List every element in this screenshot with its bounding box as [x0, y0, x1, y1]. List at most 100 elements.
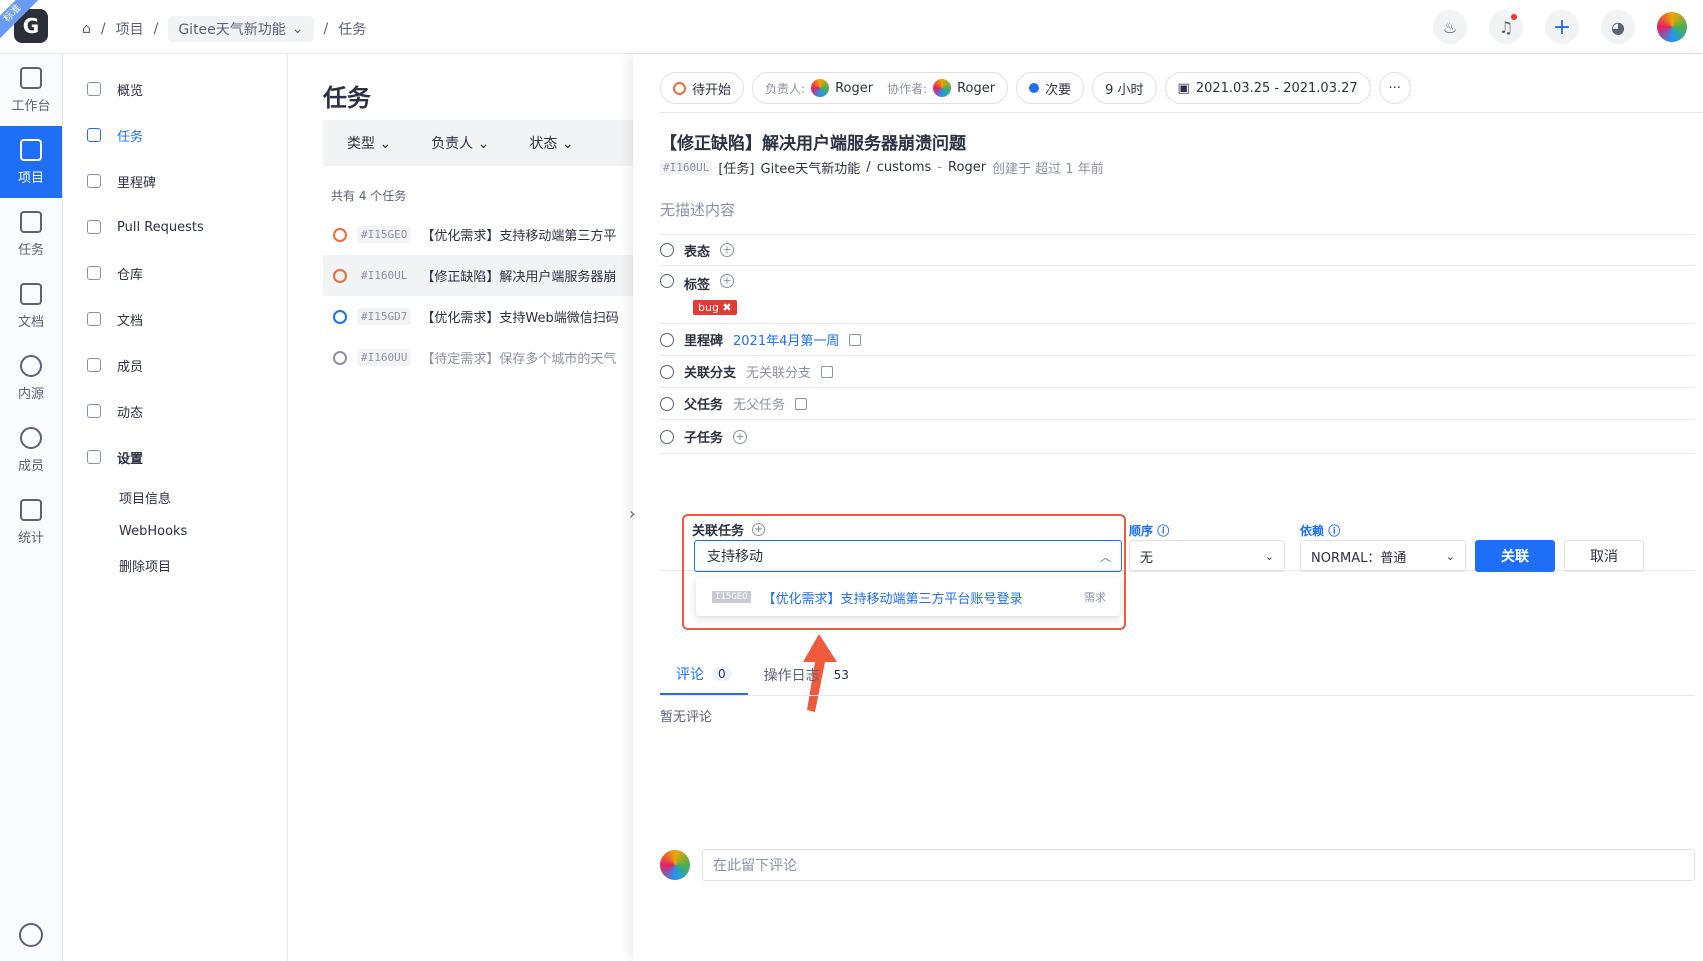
no-comment-text: 暂无评论 — [660, 710, 713, 725]
order-select[interactable]: 无 ⌄ — [1129, 540, 1285, 572]
chevron-up-icon: ︿ — [1100, 551, 1111, 564]
sidebar-item-workbench[interactable]: 工作台 — [0, 54, 62, 126]
filter-status[interactable]: 状态 ⌄ — [529, 133, 573, 153]
grid-icon — [20, 66, 42, 89]
dependency-label: 依赖 ⓘ — [1300, 524, 1341, 538]
nav-project-info[interactable]: 项目信息 — [63, 480, 287, 514]
chevron-down-icon: ⌄ — [1445, 549, 1455, 563]
doc-icon — [20, 282, 42, 305]
tab-comments[interactable]: 评论 0 — [660, 654, 748, 695]
dependency-select[interactable]: NORMAL：普通 ⌄ — [1300, 540, 1466, 572]
task-row[interactable]: #I160UL 【修正缺陷】解决用户端服务器崩 — [323, 255, 633, 296]
user-icon — [87, 358, 101, 372]
avatar — [933, 79, 952, 97]
date-range-pill[interactable]: ▣ 2021.03.25 - 2021.03.27 — [1164, 72, 1371, 104]
add-icon[interactable]: + — [720, 243, 735, 257]
priority-dot-icon — [1029, 83, 1040, 93]
suggestion-item[interactable]: I15GEO 【优化需求】支持移动端第三方平台账号登录 需求 — [696, 578, 1120, 616]
breadcrumb-project-select[interactable]: Gitee天气新功能 ⌄ — [168, 16, 314, 42]
filter-type[interactable]: 类型 ⌄ — [347, 133, 391, 153]
sidebar-item-stats[interactable]: 统计 — [0, 486, 62, 558]
subtask-icon — [660, 429, 674, 444]
main-sidebar: 工作台 项目 任务 文档 内源 成员 统计 — [0, 54, 63, 961]
field-milestone: 里程碑 2021年4月第一周 — [660, 324, 1695, 356]
repo-link[interactable]: customs — [877, 160, 932, 175]
more-button[interactable]: ··· — [1378, 72, 1411, 104]
sidebar-item-tasks[interactable]: 任务 — [0, 198, 62, 270]
calendar-icon: ▣ — [1177, 80, 1190, 96]
add-icon[interactable]: + — [752, 523, 766, 536]
tab-logs[interactable]: 操作日志 53 — [748, 654, 871, 695]
field-tags: 标签 + — [660, 266, 1695, 324]
field-parent: 父任务 无父任务 — [660, 388, 1695, 420]
book-icon — [87, 312, 101, 326]
collapse-chevron-icon[interactable]: › — [629, 504, 635, 523]
relate-button[interactable]: 关联 — [1475, 540, 1555, 572]
user-avatar[interactable] — [1657, 12, 1687, 42]
parent-icon — [660, 396, 674, 411]
project-link[interactable]: Gitee天气新功能 — [761, 158, 861, 177]
edit-icon[interactable] — [849, 333, 862, 346]
nav-repos[interactable]: 仓库 — [63, 250, 287, 296]
add-icon[interactable]: + — [733, 429, 748, 444]
field-branch: 关联分支 无关联分支 — [660, 356, 1695, 388]
task-meta: #I160UL [任务] Gitee天气新功能 / customs - Roger 创… — [660, 158, 1104, 177]
status-pill[interactable]: 待开始 — [660, 72, 745, 104]
chart-icon — [20, 498, 42, 521]
nav-overview[interactable]: 概览 — [63, 66, 287, 112]
filter-bar: 类型 ⌄ 负责人 ⌄ 状态 ⌄ — [323, 120, 633, 166]
people-pill[interactable]: 负责人: Roger 协作者: Roger — [752, 72, 1009, 104]
task-description[interactable]: 无描述内容 — [660, 199, 735, 220]
tag-bug[interactable]: bug ✖ — [693, 300, 737, 315]
code-icon — [87, 266, 101, 280]
status-pending-icon — [333, 268, 347, 283]
pull-request-icon — [87, 220, 101, 234]
task-list-panel: 任务 类型 ⌄ 负责人 ⌄ 状态 ⌄ 共有 4 个任务 #I15GEO 【优化需求… — [288, 54, 633, 961]
bell-icon[interactable]: ♫ — [1489, 10, 1523, 44]
estimate-pill[interactable]: 9 小时 — [1092, 72, 1157, 104]
plus-icon[interactable]: + — [1545, 10, 1579, 44]
smile-icon — [660, 243, 674, 257]
task-row[interactable]: #I15GD7 【优化需求】支持Web端微信扫码 — [323, 296, 633, 337]
palette-icon[interactable]: ◕ — [1601, 10, 1635, 44]
related-task-label: 关联任务 + — [692, 520, 766, 539]
task-count: 共有 4 个任务 — [331, 189, 407, 203]
task-detail-panel: › 待开始 负责人: Roger 协作者: Roger 次要 9 小时 ▣ 2021.0… — [629, 54, 1703, 961]
avatar — [811, 79, 830, 97]
nav-webhooks[interactable]: WebHooks — [63, 514, 287, 548]
nav-milestones[interactable]: 里程碑 — [63, 158, 287, 204]
avatar — [660, 850, 690, 880]
status-done-icon — [333, 350, 347, 365]
task-row[interactable]: #I160UU 【待定需求】保存多个城市的天气 — [323, 337, 633, 378]
milestone-icon — [87, 174, 101, 188]
nav-delete-project[interactable]: 删除项目 — [63, 548, 287, 582]
chevron-down-icon: ⌄ — [291, 21, 304, 37]
breadcrumb-projects[interactable]: 项目 — [116, 19, 144, 39]
task-icon — [20, 210, 42, 233]
nav-settings[interactable]: 设置 — [63, 434, 287, 480]
nav-tasks[interactable]: 任务 — [63, 112, 287, 158]
project-nav: 概览 任务 里程碑 Pull Requests 仓库 文档 成员 动态 设置 项… — [63, 54, 288, 961]
add-icon[interactable]: + — [720, 274, 735, 288]
home-icon[interactable]: ⌂ — [82, 21, 91, 37]
nav-members[interactable]: 成员 — [63, 342, 287, 388]
filter-assignee[interactable]: 负责人 ⌄ — [431, 133, 489, 153]
task-row[interactable]: #I15GEO 【优化需求】支持移动端第三方平 — [323, 214, 633, 255]
edit-icon[interactable] — [821, 365, 834, 378]
page-title: 任务 — [323, 84, 371, 112]
sidebar-item-projects[interactable]: 项目 — [0, 126, 62, 198]
nav-pull-requests[interactable]: Pull Requests — [63, 204, 287, 250]
comment-input[interactable]: 在此留下评论 — [702, 849, 1695, 881]
project-icon — [20, 138, 42, 161]
nav-docs[interactable]: 文档 — [63, 296, 287, 342]
flame-icon[interactable]: ♨ — [1433, 10, 1467, 44]
gear-icon[interactable] — [19, 923, 43, 947]
sidebar-item-members[interactable]: 成员 — [0, 414, 62, 486]
sidebar-item-docs[interactable]: 文档 — [0, 270, 62, 342]
edit-icon[interactable] — [795, 397, 808, 410]
nav-activity[interactable]: 动态 — [63, 388, 287, 434]
sidebar-item-innersource[interactable]: 内源 — [0, 342, 62, 414]
related-task-search-input[interactable]: 支持移动 ︿ — [694, 540, 1122, 572]
priority-pill[interactable]: 次要 — [1016, 72, 1085, 104]
cancel-button[interactable]: 取消 — [1564, 540, 1644, 572]
